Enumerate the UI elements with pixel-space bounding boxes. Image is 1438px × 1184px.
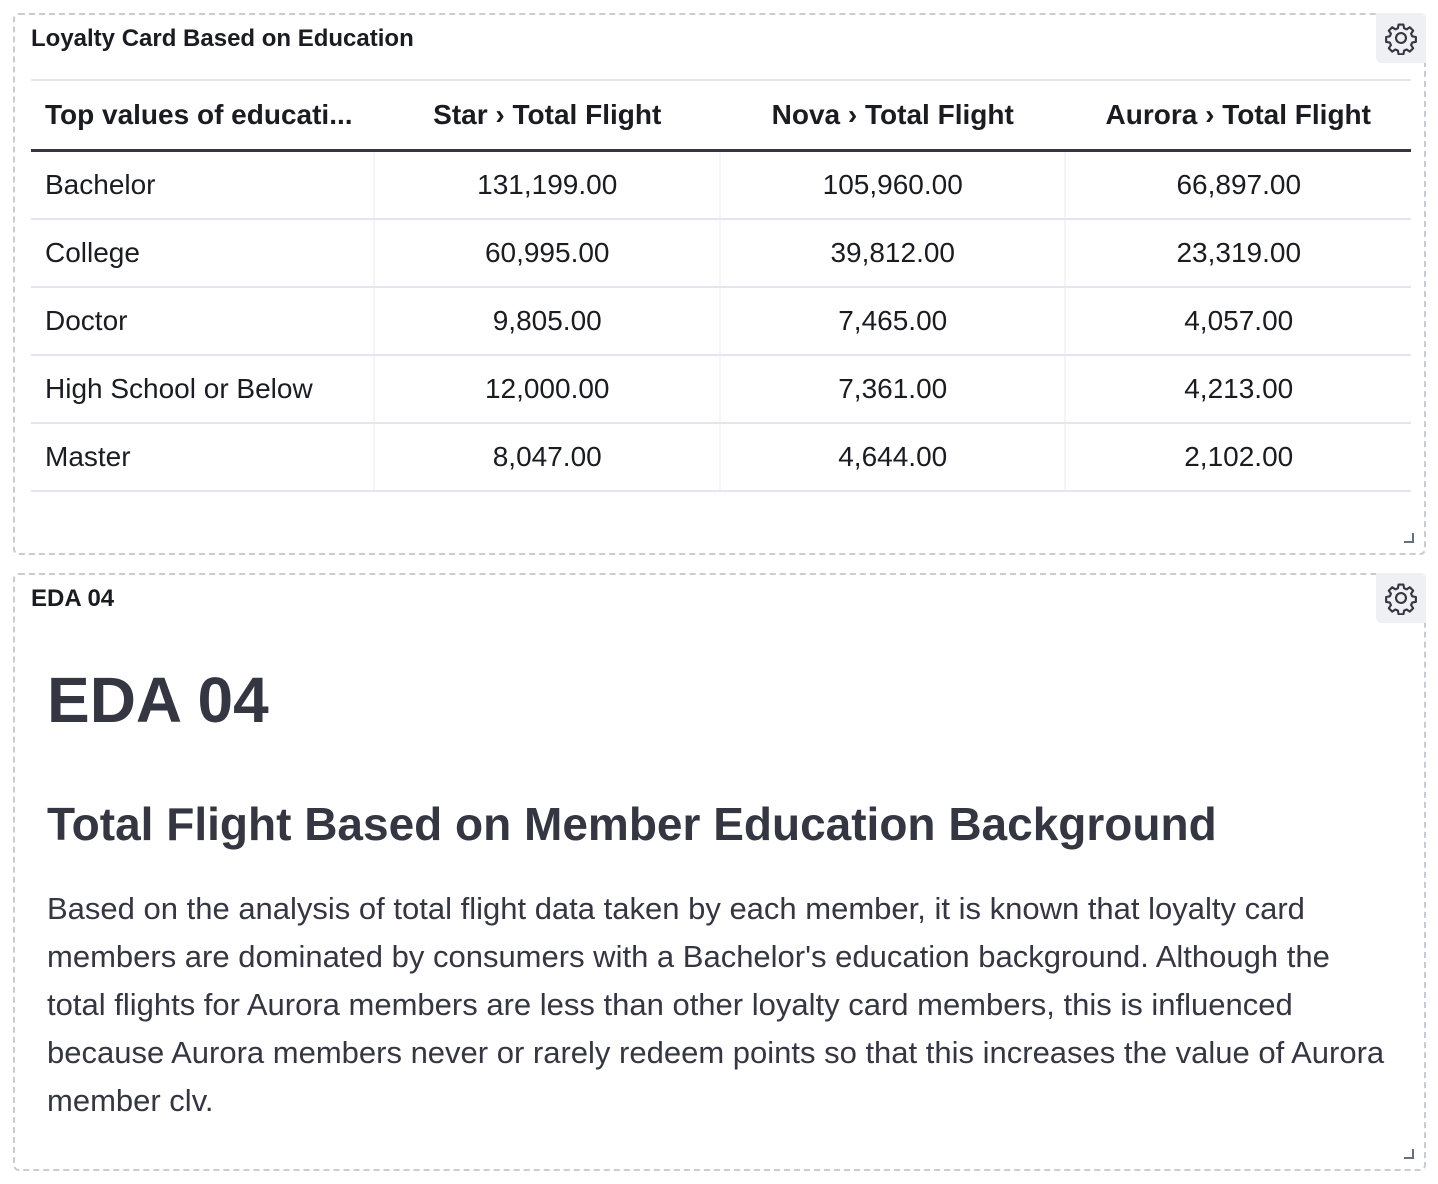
table-cell: 60,995.00 xyxy=(374,219,721,288)
column-header-aurora[interactable]: Aurora › Total Flight xyxy=(1065,80,1411,151)
table-header-row: Top values of educati... Star › Total Fl… xyxy=(31,80,1411,151)
table-cell: 7,465.00 xyxy=(719,287,1067,356)
table-cell: Bachelor xyxy=(31,150,376,220)
resize-handle-icon[interactable] xyxy=(1404,533,1414,543)
data-table: Top values of educati... Star › Total Fl… xyxy=(31,79,1411,492)
table-cell: 4,644.00 xyxy=(719,423,1067,492)
table-cell: 4,213.00 xyxy=(1065,355,1411,424)
table-cell: 4,057.00 xyxy=(1065,287,1411,356)
markdown-heading-2: Total Flight Based on Member Education B… xyxy=(47,798,1217,850)
table-cell: Doctor xyxy=(31,287,376,356)
panel-title: Loyalty Card Based on Education xyxy=(31,25,414,52)
gear-icon xyxy=(1385,23,1417,55)
table-row: High School or Below 12,000.00 7,361.00 … xyxy=(31,355,1411,424)
column-header-star[interactable]: Star › Total Flight xyxy=(374,80,720,151)
markdown-content: EDA 04 Total Flight Based on Member Educ… xyxy=(47,655,1387,1125)
table-cell: Master xyxy=(31,423,376,492)
panel-title: EDA 04 xyxy=(31,585,115,612)
table-row: Doctor 9,805.00 7,465.00 4,057.00 xyxy=(31,287,1411,356)
table-cell: 7,361.00 xyxy=(719,355,1067,424)
markdown-heading-1: EDA 04 xyxy=(47,664,269,736)
table-cell: High School or Below xyxy=(31,355,376,424)
column-header-education[interactable]: Top values of educati... xyxy=(31,80,374,151)
table-row: Bachelor 131,199.00 105,960.00 66,897.00 xyxy=(31,150,1411,220)
panel-options-button[interactable] xyxy=(1376,13,1426,63)
table-cell: 2,102.00 xyxy=(1065,423,1411,492)
table-cell: 105,960.00 xyxy=(719,150,1067,220)
gear-icon xyxy=(1385,583,1417,615)
data-table-container: Top values of educati... Star › Total Fl… xyxy=(31,79,1411,492)
table-cell: 9,805.00 xyxy=(374,287,721,356)
markdown-panel: EDA 04 EDA 04 Total Flight Based on Memb… xyxy=(13,573,1426,1171)
table-cell: 131,199.00 xyxy=(374,150,721,220)
table-panel: Loyalty Card Based on Education Top valu… xyxy=(13,13,1426,555)
table-cell: 66,897.00 xyxy=(1065,150,1411,220)
table-cell: 12,000.00 xyxy=(374,355,721,424)
panel-options-button[interactable] xyxy=(1376,573,1426,623)
table-cell: College xyxy=(31,219,376,288)
table-row: Master 8,047.00 4,644.00 2,102.00 xyxy=(31,423,1411,492)
table-row: College 60,995.00 39,812.00 23,319.00 xyxy=(31,219,1411,288)
column-header-nova[interactable]: Nova › Total Flight xyxy=(720,80,1066,151)
table-cell: 23,319.00 xyxy=(1065,219,1411,288)
markdown-paragraph: Based on the analysis of total flight da… xyxy=(47,891,1385,1118)
resize-handle-icon[interactable] xyxy=(1404,1149,1414,1159)
table-cell: 39,812.00 xyxy=(719,219,1067,288)
table-cell: 8,047.00 xyxy=(374,423,721,492)
